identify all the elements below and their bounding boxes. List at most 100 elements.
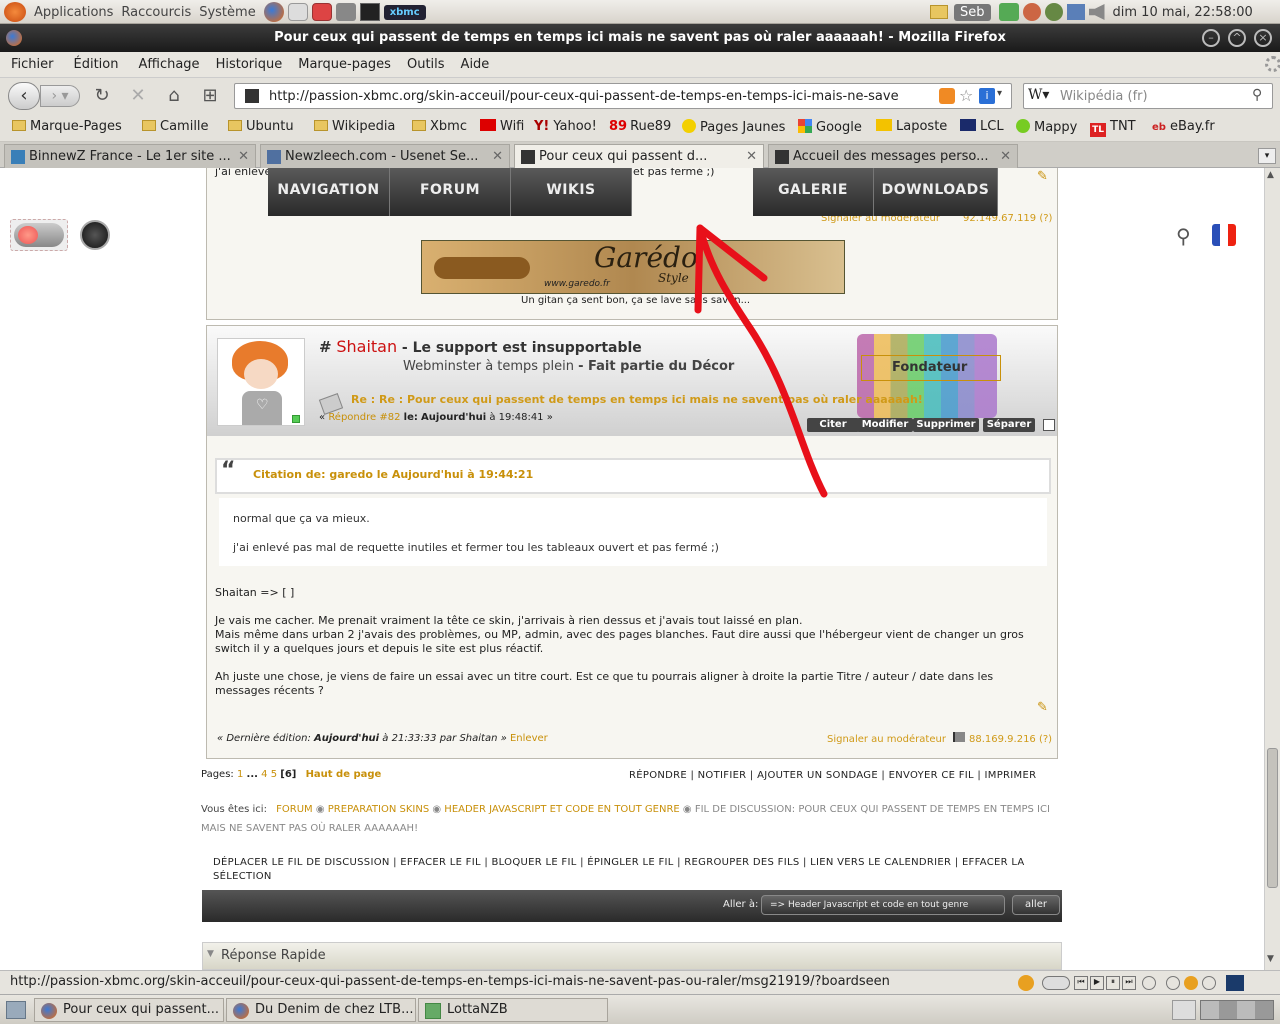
tab-list-icon[interactable]: ▾ [1258, 148, 1276, 164]
minimize-icon[interactable]: – [1202, 29, 1220, 47]
info-icon[interactable]: i [979, 88, 995, 104]
search-bar[interactable]: W▾ Wikipédia (fr) ⚲ [1023, 83, 1273, 109]
jump-select[interactable]: => Header Javascript et code en tout gen… [761, 895, 1005, 915]
page-link-4[interactable]: 4 [261, 769, 267, 780]
top-of-page-link[interactable]: Haut de page [306, 769, 382, 780]
menu-edition[interactable]: Édition [74, 57, 119, 72]
bookmark-camille[interactable]: Camille [142, 119, 209, 134]
page-link-1[interactable]: 1 [237, 769, 243, 780]
news-applet-icon[interactable] [998, 3, 1019, 21]
bookmark-wifi[interactable]: Wifi [480, 119, 524, 134]
addon-icon-3[interactable] [1202, 976, 1216, 990]
app-launcher-icon[interactable] [287, 3, 308, 21]
nav-navigation[interactable]: NAVIGATION [268, 168, 390, 216]
user-menu-icon[interactable] [80, 220, 110, 250]
bookmark-marque-pages[interactable]: Marque-Pages [12, 119, 122, 134]
reload-icon[interactable]: ↻ [90, 84, 114, 108]
home-icon[interactable]: ⌂ [162, 84, 186, 108]
nav-forum[interactable]: FORUM [390, 168, 511, 216]
bookmark-yahoo[interactable]: Y! Yahoo! [534, 119, 597, 134]
next-track-icon[interactable]: ⏭ [1122, 976, 1136, 990]
merge-topics-action[interactable]: REGROUPER DES FILS [684, 857, 799, 868]
tab-current-thread[interactable]: Pour ceux qui passent d... ✕ [514, 144, 764, 169]
menu-applications[interactable]: Applications [34, 5, 113, 20]
taskbar-firefox-thread[interactable]: Pour ceux qui passent... [34, 998, 224, 1022]
stop-icon[interactable]: ✕ [126, 84, 150, 108]
menu-outils[interactable]: Outils [407, 57, 445, 72]
sound-icon[interactable] [1142, 976, 1156, 990]
add-poll-action[interactable]: AJOUTER UN SONDAGE [757, 770, 878, 781]
tab-close-icon[interactable]: ✕ [1000, 149, 1011, 164]
play-icon[interactable]: ▶ [1090, 976, 1104, 990]
terminal-launcher-icon[interactable] [359, 3, 380, 21]
menu-raccourcis[interactable]: Raccourcis [121, 5, 191, 20]
remove-edit-link[interactable]: Enlever [510, 733, 548, 744]
notify-action[interactable]: NOTIFIER [698, 770, 747, 781]
tab-newzleech[interactable]: Newzleech.com - Usenet Se... ✕ [260, 144, 510, 168]
menu-affichage[interactable]: Affichage [138, 57, 199, 72]
bookmark-mappy[interactable]: Mappy [1016, 119, 1077, 135]
forward-button[interactable]: › ▾ [40, 85, 80, 107]
close-icon[interactable]: × [1254, 29, 1272, 47]
breadcrumb-header-js[interactable]: HEADER JAVASCRIPT ET CODE EN TOUT GENRE [444, 804, 679, 815]
ubuntu-logo-icon[interactable] [4, 2, 26, 22]
workspace-switcher[interactable] [1200, 1000, 1274, 1020]
menu-aide[interactable]: Aide [461, 57, 490, 72]
bookmark-pages-jaunes[interactable]: Pages Jaunes [682, 119, 785, 135]
maximize-icon[interactable]: ^ [1228, 29, 1246, 47]
tab-messages[interactable]: Accueil des messages perso... ✕ [768, 144, 1018, 168]
clock[interactable]: dim 10 mai, 22:58:00 [1113, 5, 1253, 20]
lock-topic-action[interactable]: BLOQUER LE FIL [491, 857, 576, 868]
report-link[interactable]: Signaler au modérateur [827, 734, 946, 745]
send-topic-action[interactable]: ENVOYER CE FIL [889, 770, 974, 781]
split-button[interactable]: Séparer [983, 418, 1035, 432]
breadcrumb-forum[interactable]: FORUM [276, 804, 313, 815]
search-input[interactable]: Wikipédia (fr) [1060, 89, 1148, 104]
search-icon[interactable]: ⚲ [1176, 224, 1191, 248]
info-icon[interactable] [1166, 976, 1180, 990]
edit-pencil-icon[interactable]: ✎ [1037, 700, 1048, 715]
tab-close-icon[interactable]: ✕ [746, 149, 757, 164]
show-desktop-icon[interactable] [6, 1001, 26, 1019]
scroll-up-icon[interactable]: ▲ [1267, 170, 1274, 180]
volume-icon[interactable] [1088, 4, 1105, 20]
delete-topic-action[interactable]: EFFACER LE FIL [400, 857, 481, 868]
bookmark-star-icon[interactable]: ☆ [959, 86, 973, 105]
scroll-thumb[interactable] [1267, 748, 1278, 888]
menu-marque-pages[interactable]: Marque-pages [298, 57, 391, 72]
back-button[interactable]: ‹ [8, 82, 40, 110]
select-post-checkbox[interactable] [1043, 419, 1055, 431]
xbmc-launcher[interactable]: xbmc [383, 4, 426, 20]
network-icon[interactable] [1066, 4, 1085, 20]
bookmark-xbmc[interactable]: Xbmc [412, 119, 467, 134]
bookmark-laposte[interactable]: Laposte [876, 119, 947, 134]
french-flag-icon[interactable] [1212, 224, 1236, 246]
edit-pencil-icon[interactable]: ✎ [1037, 169, 1048, 184]
sticky-topic-action[interactable]: ÉPINGLER LE FIL [587, 857, 673, 868]
media-player-icon[interactable] [1042, 976, 1070, 990]
ip-link[interactable]: 88.169.9.216 (?) [969, 734, 1052, 745]
bookmark-rue89[interactable]: 89 Rue89 [609, 119, 671, 134]
rss-icon[interactable] [939, 88, 955, 104]
tools-launcher-icon[interactable] [335, 3, 356, 21]
pause-icon[interactable]: ⏸ [1106, 976, 1120, 990]
post-author[interactable]: Shaitan [336, 337, 397, 356]
avatar[interactable]: ♡ [217, 338, 305, 426]
bookmark-ubuntu[interactable]: Ubuntu [228, 119, 294, 134]
tab-binnewz[interactable]: BinnewZ France - Le 1er site ... ✕ [4, 144, 256, 168]
url-text[interactable]: http://passion-xbmc.org/skin-acceuil/pou… [269, 89, 899, 104]
link-calendar-action[interactable]: LIEN VERS LE CALENDRIER [810, 857, 951, 868]
nav-downloads[interactable]: DOWNLOADS [874, 168, 998, 216]
folder-icon[interactable] [930, 5, 948, 19]
user-switcher[interactable]: Seb [954, 3, 991, 21]
breadcrumb-preparation-skins[interactable]: PREPARATION SKINS [328, 804, 429, 815]
quick-reply-header[interactable]: ▼ Réponse Rapide [202, 942, 1062, 970]
delete-button[interactable]: Supprimer [913, 418, 979, 432]
bookmark-lcl[interactable]: LCL [960, 119, 1004, 134]
addon-icon-2[interactable] [1184, 976, 1198, 990]
menu-fichier[interactable]: Fichier [11, 57, 54, 72]
bookmark-wikipedia[interactable]: Wikipedia [314, 119, 395, 134]
bookmark-google[interactable]: Google [798, 119, 862, 135]
tab-close-icon[interactable]: ✕ [492, 149, 503, 164]
bookmark-tnt[interactable]: TL TNT [1090, 119, 1136, 137]
